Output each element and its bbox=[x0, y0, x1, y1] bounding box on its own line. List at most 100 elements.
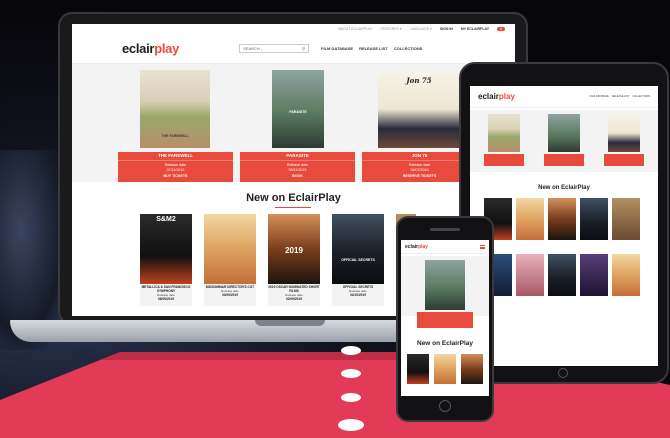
util-link-my-eclairplay[interactable]: MY ECLAIRPLAY bbox=[461, 27, 489, 31]
film-card[interactable]: MIDSOMMAR DIRECTOR'S CUT Release date 04… bbox=[204, 214, 256, 306]
floor-dot bbox=[341, 393, 361, 402]
nav-release-list[interactable]: RELEASE LIST bbox=[612, 95, 630, 98]
logo-text-accent: play bbox=[498, 92, 515, 101]
release-date: 04/09/2019 bbox=[222, 293, 238, 297]
search-icon[interactable]: ⚲ bbox=[302, 46, 305, 51]
hero-info bbox=[604, 154, 644, 166]
phone-hero bbox=[401, 256, 489, 328]
release-date: 05/11/2019 bbox=[288, 167, 307, 172]
poster-image[interactable] bbox=[580, 198, 608, 240]
poster-image[interactable] bbox=[612, 198, 640, 240]
release-date: 07/11/2019 bbox=[166, 167, 185, 172]
tablet-nav: FILM DATABASE RELEASE LIST COLLECTIONS bbox=[589, 95, 650, 98]
film-title: 2019 OSCAR NOMINATED SHORT FILMS bbox=[268, 285, 320, 293]
section-title-new: New on EclairPlay bbox=[538, 185, 590, 191]
poster-image[interactable]: OFFICIAL SECRETS bbox=[332, 214, 384, 284]
util-link-signin[interactable]: SIGN IN bbox=[440, 27, 453, 31]
poster-caption: THE FAREWELL bbox=[161, 134, 189, 138]
poster-image[interactable] bbox=[461, 354, 483, 384]
poster-image[interactable] bbox=[612, 254, 640, 296]
poster-image[interactable] bbox=[580, 254, 608, 296]
utility-bar: ABOUT ECLAIRPLAY FEATURES ▾ LANGUAGE ▾ S… bbox=[72, 24, 515, 34]
util-link-about[interactable]: ABOUT ECLAIRPLAY bbox=[338, 27, 372, 31]
poster-image[interactable] bbox=[434, 354, 456, 384]
poster-image[interactable]: THE FAREWELL bbox=[140, 70, 210, 148]
hero-item[interactable] bbox=[604, 114, 644, 166]
eclairplay-logo[interactable]: eclairplay bbox=[122, 41, 179, 56]
poster-caption: PARASITE bbox=[289, 110, 307, 114]
poster-image[interactable] bbox=[204, 214, 256, 284]
tablet-screen: eclairplay FILM DATABASE RELEASE LIST CO… bbox=[470, 86, 658, 366]
poster-image[interactable]: PARASITE bbox=[272, 70, 324, 148]
nav-collections[interactable]: COLLECTIONS bbox=[632, 95, 650, 98]
logo-text-main: eclair bbox=[405, 243, 419, 250]
hero-item[interactable]: PARASITE PARASITE Release date 05/11/201… bbox=[240, 64, 355, 182]
search-input[interactable]: SEARCH... ⚲ bbox=[239, 44, 310, 53]
hero-cta-button[interactable]: BUY TICKETS bbox=[118, 174, 233, 179]
logo-text-main: eclair bbox=[122, 41, 155, 56]
poster-image[interactable] bbox=[548, 114, 580, 152]
hero-item[interactable] bbox=[484, 114, 524, 166]
poster-caption: OFFICIAL SECRETS bbox=[341, 258, 375, 262]
poster-image[interactable] bbox=[548, 198, 576, 240]
logo-text-accent: play bbox=[418, 243, 429, 250]
section-title-underline bbox=[275, 207, 311, 208]
tablet-home-button[interactable] bbox=[558, 368, 568, 378]
poster-image[interactable] bbox=[425, 260, 465, 310]
poster-image[interactable] bbox=[548, 254, 576, 296]
tablet-header: eclairplay FILM DATABASE RELEASE LIST CO… bbox=[470, 86, 658, 108]
util-link-language[interactable]: LANGUAGE ▾ bbox=[410, 27, 432, 31]
nav-film-database[interactable]: FILM DATABASE bbox=[589, 95, 608, 98]
poster-caption: Jon 75 bbox=[406, 76, 432, 85]
release-date: 02/09/2019 bbox=[286, 297, 302, 301]
poster-image[interactable] bbox=[608, 114, 640, 152]
hero-title: PARASITE bbox=[240, 152, 355, 160]
hero-info bbox=[544, 154, 584, 166]
hero-title: THE FAREWELL bbox=[118, 152, 233, 160]
util-link-features[interactable]: FEATURES ▾ bbox=[380, 27, 401, 31]
nav-release-list[interactable]: RELEASE LIST bbox=[359, 46, 388, 51]
search-placeholder: SEARCH... bbox=[243, 46, 264, 51]
film-card[interactable]: OFFICIAL SECRETS OFFICIAL SECRETS Releas… bbox=[332, 214, 384, 306]
hero-cta-button[interactable]: BOOK bbox=[240, 174, 355, 179]
poster-image[interactable] bbox=[516, 198, 544, 240]
film-card-caption: OFFICIAL SECRETS Release date 04/10/2019 bbox=[332, 284, 384, 297]
eclairplay-logo[interactable]: eclairplay bbox=[405, 244, 428, 250]
floor-dot bbox=[338, 419, 364, 431]
logo-text-main: eclair bbox=[478, 92, 499, 101]
poster-caption: 2019 bbox=[285, 246, 303, 255]
nav-film-database[interactable]: FILM DATABASE bbox=[321, 46, 353, 51]
release-date: 06/09/2019 bbox=[158, 297, 174, 301]
poster-image[interactable] bbox=[516, 254, 544, 296]
cart-badge: 0 bbox=[497, 27, 505, 31]
hero-carousel: THE FAREWELL THE FAREWELL Release date 0… bbox=[72, 64, 515, 182]
poster-image[interactable]: S&M2 bbox=[140, 214, 192, 284]
hero-item[interactable] bbox=[544, 114, 584, 166]
hamburger-menu-icon[interactable] bbox=[480, 244, 485, 249]
main-nav: FILM DATABASE RELEASE LIST COLLECTIONS bbox=[321, 46, 422, 51]
eclairplay-logo[interactable]: eclairplay bbox=[478, 92, 515, 101]
nav-collections[interactable]: COLLECTIONS bbox=[394, 46, 423, 51]
floor-dot bbox=[341, 369, 361, 378]
poster-caption: S&M2 bbox=[156, 216, 176, 223]
film-card[interactable]: 2019 2019 OSCAR NOMINATED SHORT FILMS Re… bbox=[268, 214, 320, 306]
phone-header: eclairplay bbox=[401, 240, 489, 254]
poster-image[interactable] bbox=[407, 354, 429, 384]
hero-info bbox=[484, 154, 524, 166]
film-card[interactable]: S&M2 METALLICA & SAN FRANCISCO SYMPHONY … bbox=[140, 214, 192, 306]
logo-text-accent: play bbox=[154, 41, 180, 56]
carousel-dots[interactable]: • • • bbox=[401, 320, 489, 325]
poster-image[interactable]: 2019 bbox=[268, 214, 320, 284]
phone-screen: eclairplay • • • New on EclairPlay bbox=[401, 240, 489, 396]
phone-home-button[interactable] bbox=[439, 400, 451, 412]
site-header: eclairplay SEARCH... ⚲ FILM DATABASE REL… bbox=[72, 34, 515, 64]
section-title-new: New on EclairPlay bbox=[417, 340, 473, 347]
laptop-notch bbox=[255, 320, 325, 326]
hero-info: Release date 07/11/2019 BUY TICKETS bbox=[118, 160, 233, 182]
film-card-caption: 2019 OSCAR NOMINATED SHORT FILMS Release… bbox=[268, 284, 320, 301]
phone-speaker bbox=[430, 228, 460, 231]
hero-item[interactable]: THE FAREWELL THE FAREWELL Release date 0… bbox=[118, 64, 233, 182]
poster-image[interactable]: Jon 75 bbox=[378, 70, 460, 148]
tablet-hero bbox=[470, 110, 658, 172]
poster-image[interactable] bbox=[488, 114, 520, 152]
